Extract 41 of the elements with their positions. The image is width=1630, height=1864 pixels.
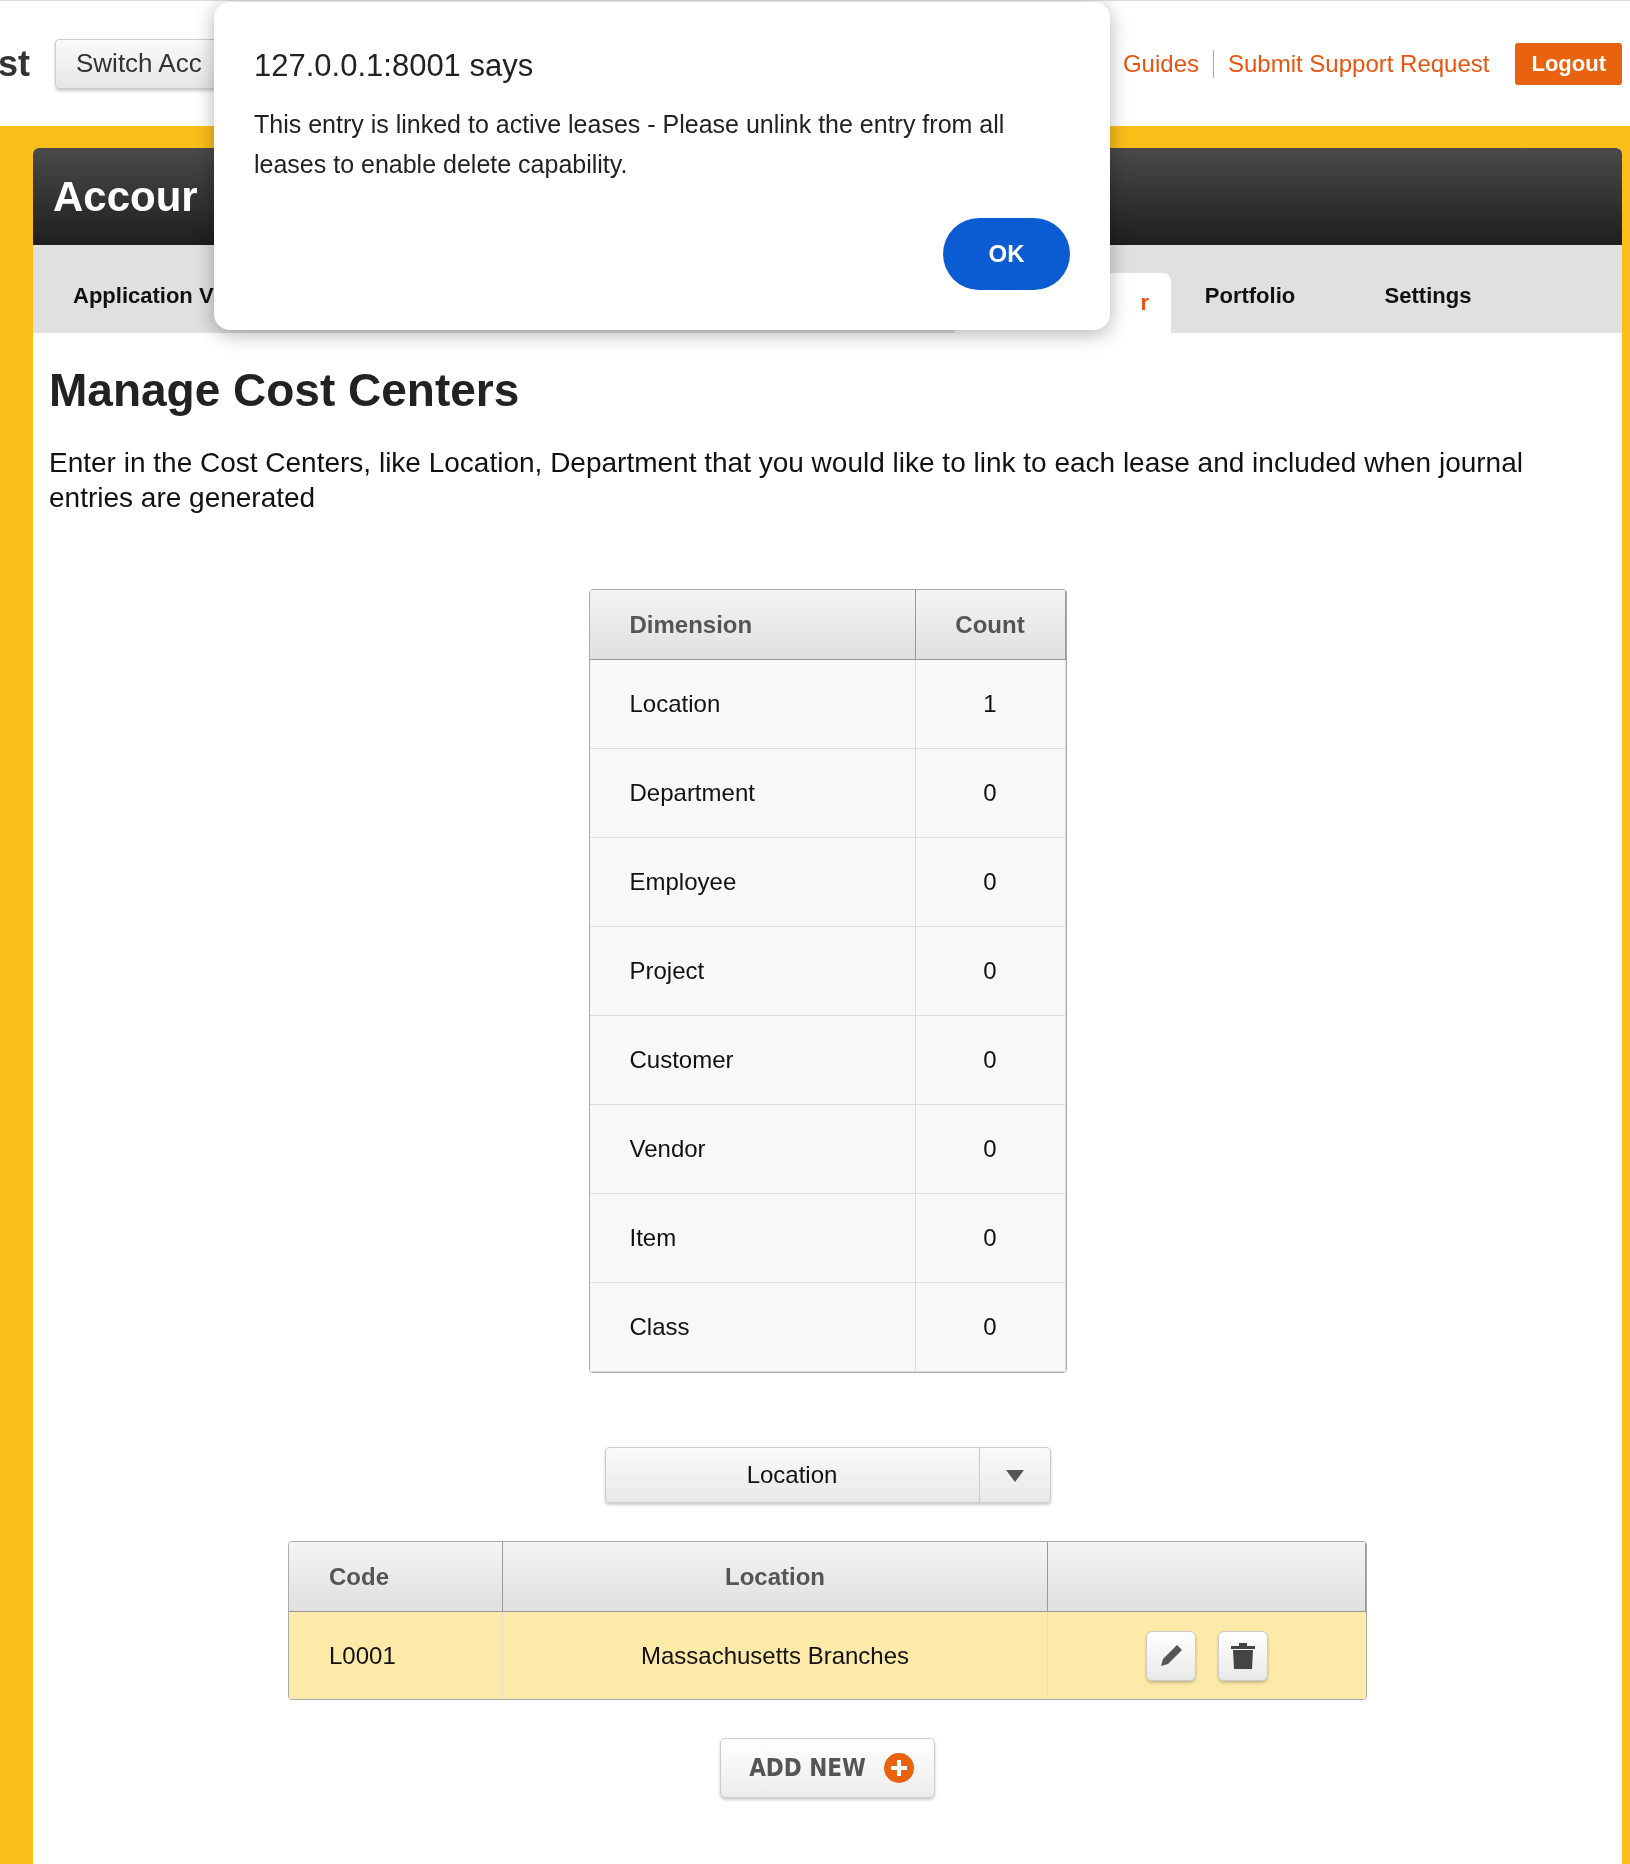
nav-tab[interactable]: Settings — [1349, 283, 1507, 333]
delete-button[interactable] — [1218, 1630, 1268, 1681]
table-cell: Item — [589, 1194, 916, 1283]
table-cell: 0 — [915, 1105, 1066, 1194]
table-cell: Customer — [589, 1016, 916, 1105]
dialog-title: 127.0.0.1:8001 says — [254, 48, 535, 84]
table-cell: 0 — [915, 1194, 1066, 1283]
trash-icon — [1230, 1641, 1256, 1670]
panel-title: Accour — [53, 172, 198, 221]
table-cell: Vendor — [589, 1105, 916, 1194]
table-cell: 0 — [915, 1283, 1066, 1372]
header-link[interactable]: Submit Support Request — [1228, 49, 1490, 78]
table-cell: 0 — [915, 927, 1066, 1016]
ok-button[interactable]: OK — [943, 218, 1070, 290]
caret-icon — [1005, 1470, 1024, 1482]
plus-icon — [883, 1753, 914, 1783]
table-cell: Employee — [589, 838, 916, 927]
nav-tab[interactable]: Application V — [33, 283, 249, 333]
page-description: Enter in the Cost Centers, like Location, Department that you would like to link to each lease and included when journal entries are generated — [49, 446, 1524, 515]
table-cell: Class — [589, 1283, 916, 1372]
table-cell: 0 — [915, 838, 1066, 927]
table-cell: Location — [589, 660, 916, 749]
dialog-message: This entry is linked to active leases - Please unlink the entry from all leases to enable delete capability. — [254, 109, 1006, 180]
nav-tab[interactable]: Portfolio — [1171, 283, 1329, 333]
table-cell: Project — [589, 927, 916, 1016]
table-cell: 0 — [915, 749, 1066, 838]
table-cell: L0001 — [289, 1612, 503, 1699]
table-cell: Department — [589, 749, 916, 838]
table-cell: Massachusetts Branches — [503, 1612, 1048, 1699]
column-header: Count — [915, 590, 1066, 660]
table-cell: 1 — [915, 660, 1066, 749]
edit-button[interactable] — [1146, 1630, 1196, 1681]
page-title: Manage Cost Centers — [49, 363, 521, 417]
table-cell: 0 — [915, 1016, 1066, 1105]
dimension-dropdown[interactable]: Location — [604, 1447, 1051, 1503]
column-header: Dimension — [589, 590, 916, 660]
column-header: Code — [289, 1542, 503, 1612]
column-header: Location — [503, 1542, 1048, 1612]
header-link[interactable]: Guides — [1122, 49, 1199, 78]
brand-logo-text: st — [0, 42, 31, 85]
add-new-button[interactable]: ADD NEW — [720, 1738, 935, 1798]
